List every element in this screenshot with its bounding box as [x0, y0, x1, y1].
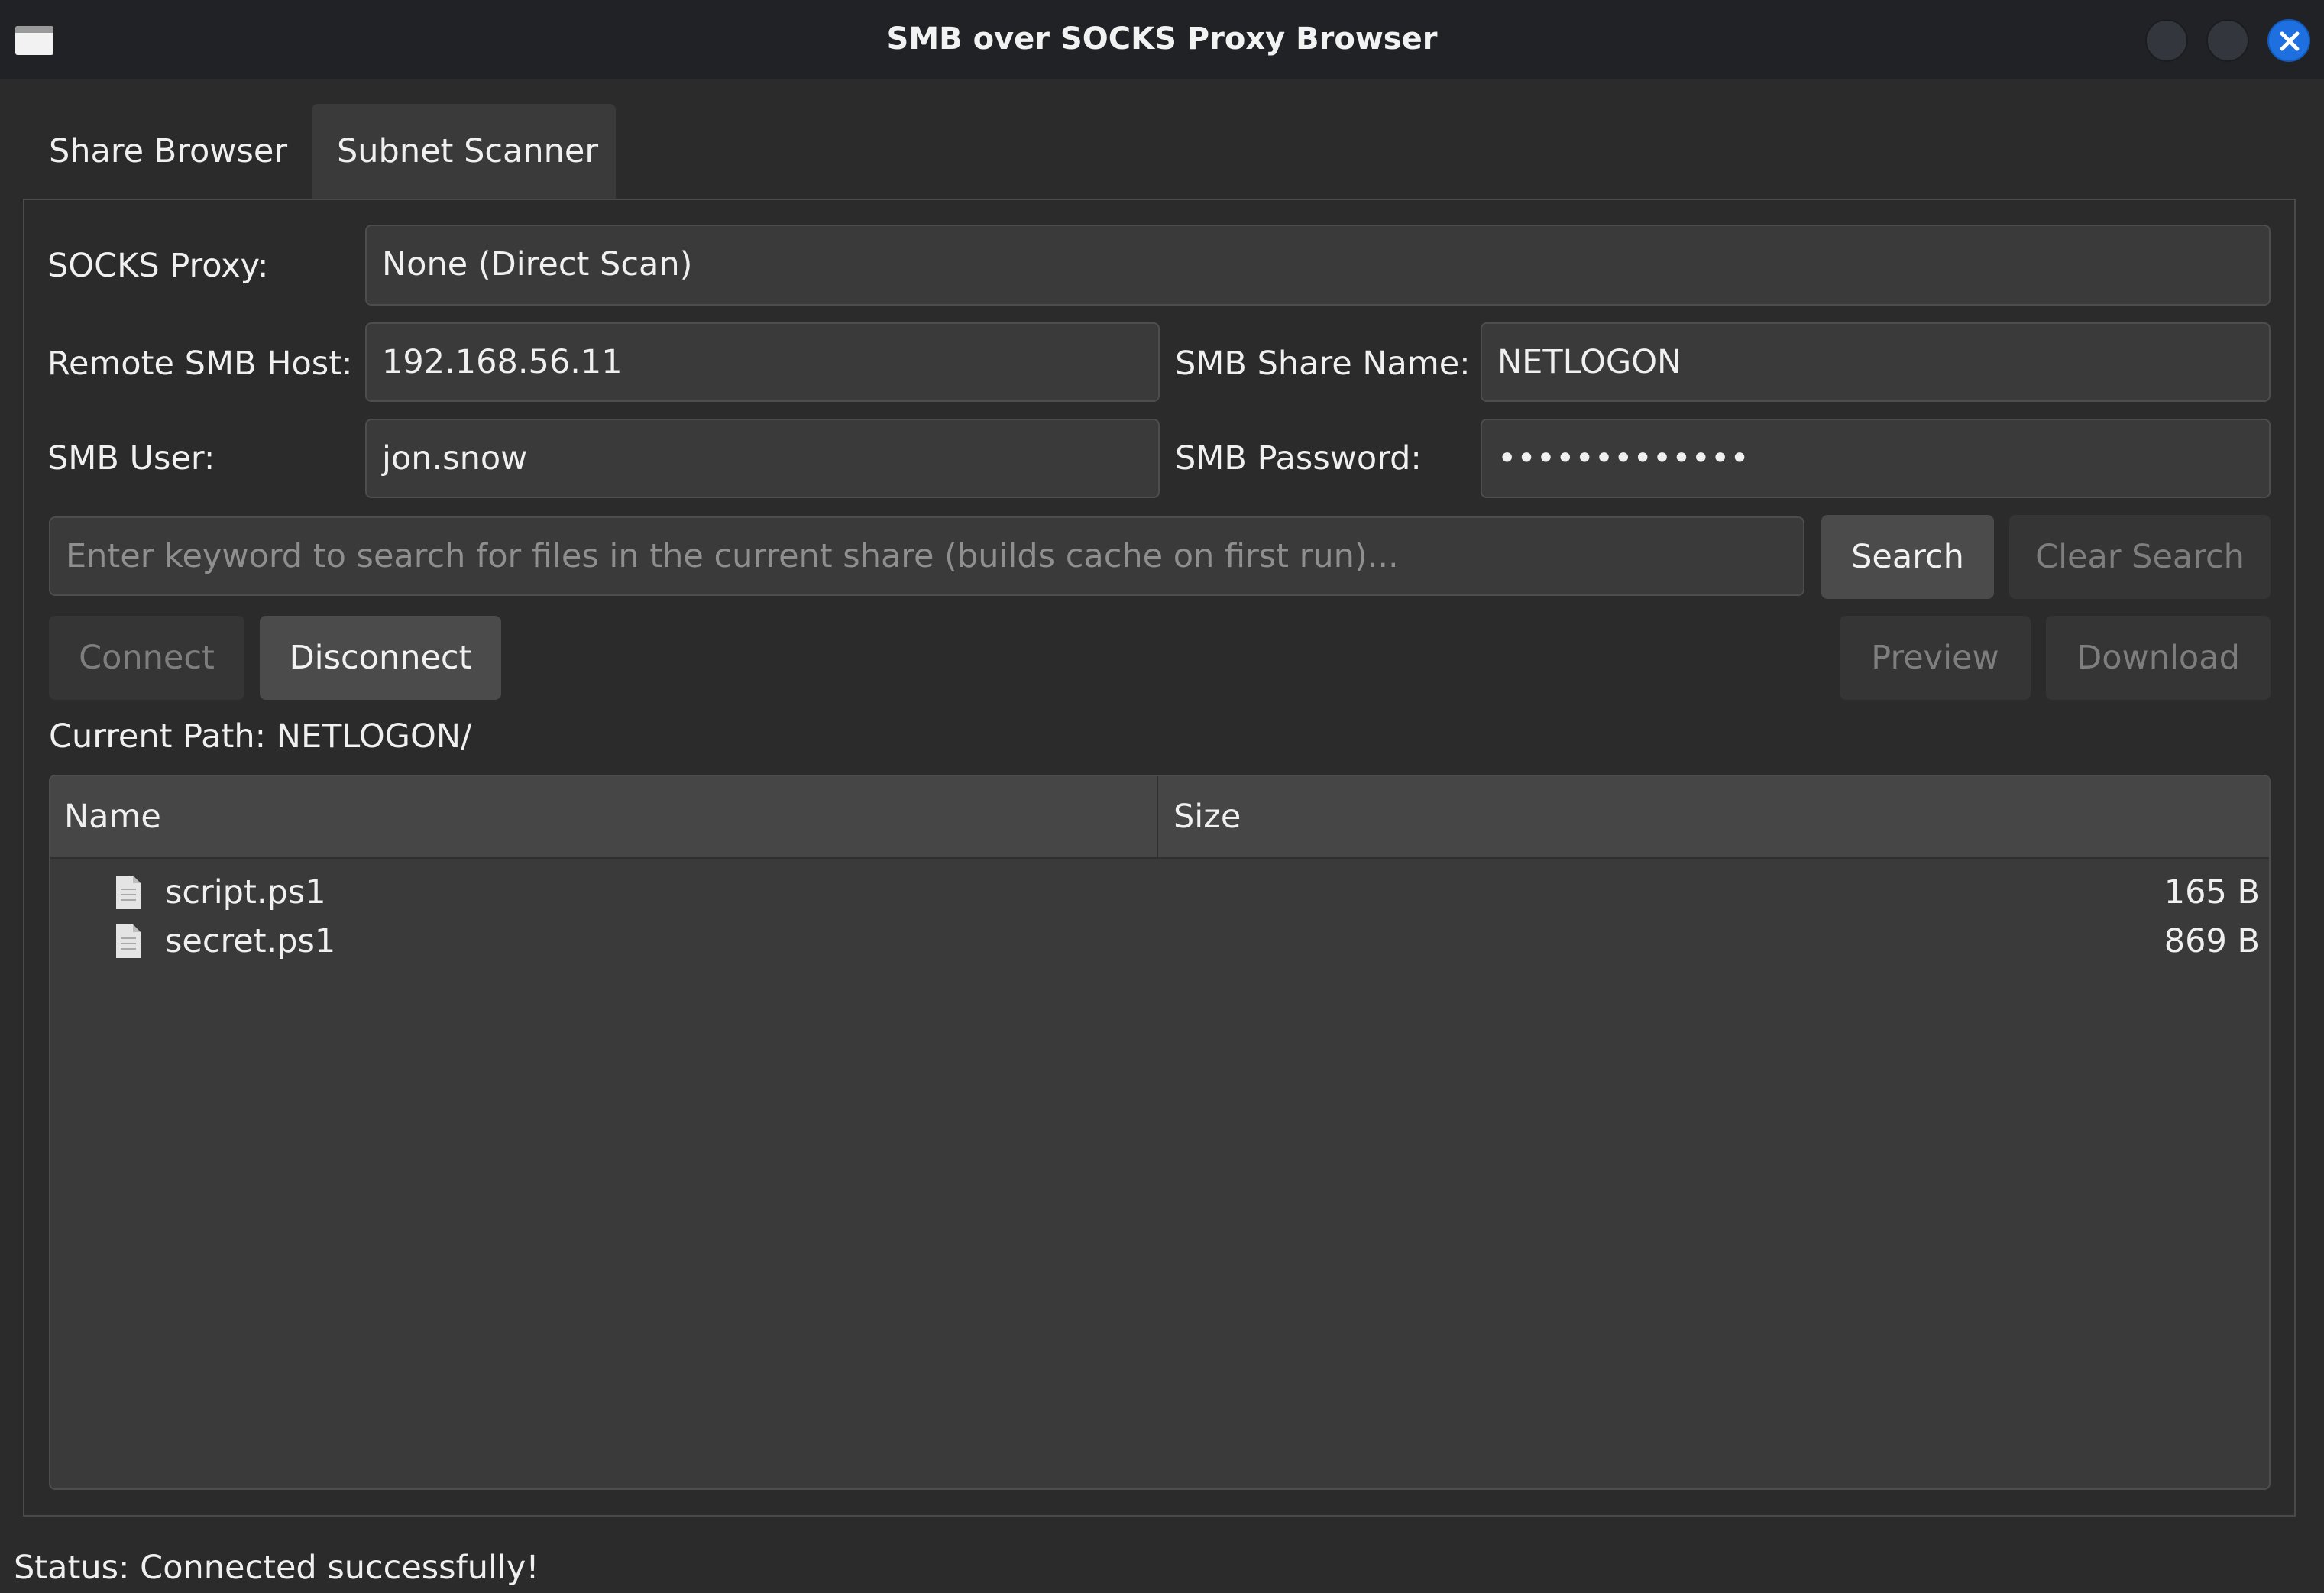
preview-button[interactable]: Preview — [1840, 616, 2031, 700]
download-button[interactable]: Download — [2046, 616, 2271, 700]
socks-proxy-label: SOCKS Proxy: — [47, 247, 269, 285]
column-header-size[interactable]: Size — [1160, 776, 1241, 857]
file-size: 869 B — [2164, 922, 2260, 960]
table-row[interactable]: secret.ps1 869 B — [50, 917, 2269, 966]
table-row[interactable]: script.ps1 165 B — [50, 868, 2269, 917]
smb-user-label: SMB User: — [47, 439, 215, 478]
socks-proxy-select[interactable]: None (Direct Scan) — [365, 225, 2271, 306]
smb-user-input[interactable]: jon.snow — [365, 419, 1160, 498]
column-header-name[interactable]: Name — [50, 776, 1158, 857]
search-button[interactable]: Search — [1821, 515, 1994, 599]
file-icon — [116, 876, 141, 909]
file-icon — [116, 924, 141, 958]
smb-password-input[interactable]: ••••••••••••• — [1481, 419, 2271, 498]
remote-host-label: Remote SMB Host: — [47, 345, 353, 383]
minimize-button[interactable] — [2145, 19, 2188, 62]
file-table[interactable]: Name Size script.ps1 165 B secret.ps1 86… — [49, 775, 2271, 1490]
close-icon — [2280, 31, 2300, 51]
disconnect-button[interactable]: Disconnect — [260, 616, 501, 700]
table-header: Name Size — [50, 776, 2269, 859]
maximize-button[interactable] — [2206, 19, 2249, 62]
tab-share-browser[interactable]: Share Browser — [23, 104, 312, 199]
file-size: 165 B — [2164, 873, 2260, 911]
current-path-label: Current Path: NETLOGON/ — [49, 717, 472, 756]
status-message: Status: Connected successfully! — [14, 1549, 539, 1587]
clear-search-button[interactable]: Clear Search — [2009, 515, 2271, 599]
share-browser-panel: SOCKS Proxy: None (Direct Scan) Remote S… — [23, 199, 2296, 1517]
search-input[interactable] — [49, 516, 1804, 596]
app-window: SMB over SOCKS Proxy Browser Share Brows… — [0, 0, 2324, 1593]
file-name: secret.ps1 — [165, 922, 336, 960]
close-button[interactable] — [2267, 19, 2310, 62]
share-name-input[interactable]: NETLOGON — [1481, 322, 2271, 402]
remote-host-input[interactable]: 192.168.56.11 — [365, 322, 1160, 402]
file-name: script.ps1 — [165, 873, 326, 911]
smb-password-label: SMB Password: — [1175, 439, 1422, 478]
share-name-label: SMB Share Name: — [1175, 345, 1471, 383]
connect-button[interactable]: Connect — [49, 616, 244, 700]
tab-subnet-scanner[interactable]: Subnet Scanner — [312, 104, 616, 199]
window-title: SMB over SOCKS Proxy Browser — [886, 21, 1438, 57]
title-bar: SMB over SOCKS Proxy Browser — [0, 0, 2324, 79]
